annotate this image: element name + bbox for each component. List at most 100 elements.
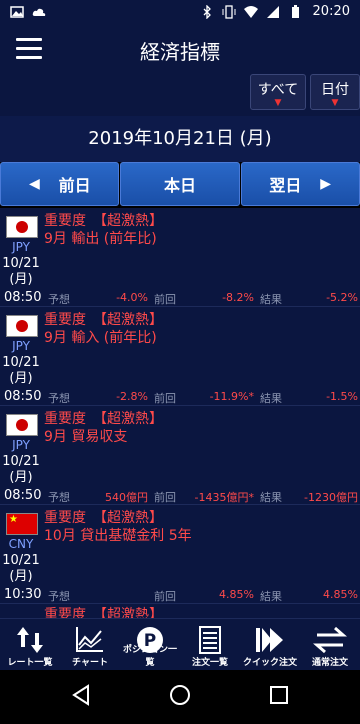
arrow-left-icon: ◀ [29,176,40,192]
nav-quick-order-label: クイック注文 [242,658,297,668]
event-time: 08:50 [4,290,42,305]
status-left-icons [10,5,46,19]
previous-label: 前回 [154,590,176,603]
normal-order-icon [313,626,347,654]
nav-chart-label: チャート [72,658,108,668]
event-date: 10/21 (月) [2,454,40,486]
date-header: 2019年10月21日 (月) [0,116,360,162]
jp-flag-dot [16,419,28,431]
nav-quick-order[interactable]: クイック注文 [240,619,300,671]
event-weekday: (月) [9,569,33,584]
previous-label: 前回 [154,491,176,504]
battery-icon [292,5,299,18]
nav-order-list-label: 注文一覧 [191,658,228,668]
event-time: 08:50 [4,488,42,503]
forecast-label: 予想 [48,590,70,603]
cloud-icon [32,8,46,16]
nav-chart[interactable]: チャート [60,619,120,671]
day-navigation: ◀ 前日 本日 翌日 ▶ [0,162,360,206]
order-list-icon [199,626,221,654]
result-value: -5.2% [326,291,358,304]
event-name: 9月 貿易収支 [44,429,128,445]
forecast-value: -2.8% [116,390,148,403]
event-date-day: 10/21 [2,553,40,568]
chart-icon [76,627,103,652]
status-time: 20:20 [312,4,350,19]
event-name: 9月 輸出 (前年比) [44,231,157,247]
previous-value: 4.85% [219,588,254,601]
event-importance: 重要度 【超激熱】 [44,213,163,229]
result-label: 結果 [260,293,282,306]
filter-bar: すべて ▼ 日付 ▼ [0,74,360,116]
event-date: 10/21 (月) [2,355,40,387]
event-date: 10/21 (月) [2,553,40,585]
back-icon[interactable] [72,684,89,706]
status-right-icons [200,5,302,19]
event-importance: 重要度 【超激熱】 [44,607,163,618]
china-flag-icon: ★ [6,513,38,535]
result-value: -1.5% [326,390,358,403]
event-currency: JPY [12,438,30,452]
cn-flag-star: ★ [9,514,18,525]
previous-value: -8.2% [222,291,254,304]
prev-day-button[interactable]: ◀ 前日 [0,162,120,206]
filter-date-button[interactable]: 日付 ▼ [310,74,360,110]
forecast-value: 540億円 [105,491,148,504]
event-date: 10/21 (月) [2,256,40,288]
rate-list-icon [17,627,43,653]
recents-icon[interactable] [270,686,288,704]
list-item[interactable]: ★ CNY 10/21 (月) 10:30 重要度 【超激熱】 10月 貸出基礎金利 5年予… [0,505,360,604]
jp-flag-dot [16,221,28,233]
japan-flag-icon [6,414,38,436]
dropdown-arrow-icon: ▼ [331,98,339,108]
forecast-label: 予想 [48,293,70,306]
forecast-value: -4.0% [116,291,148,304]
event-weekday: (月) [9,272,33,287]
vibrate-icon [222,5,236,19]
event-time: 08:50 [4,389,42,404]
filter-all-button[interactable]: すべて ▼ [250,74,306,110]
nav-normal-order[interactable]: 通常注文 [300,619,360,671]
nav-order-list[interactable]: 注文一覧 [180,619,240,671]
nav-position[interactable]: P ポジション一覧 [120,619,180,671]
nav-rate-list-label: レート一覧 [7,658,53,668]
japan-flag-icon [6,216,38,238]
event-weekday: (月) [9,371,33,386]
event-values: 予想 540億円 前回 -1435億円* 結果 -1230億円 [44,489,360,504]
list-item[interactable]: JPY 10/21 (月) 08:50 重要度 【超激熱】 9月 輸入 (前年比) 予想 -2… [0,307,360,406]
list-item[interactable]: JPY 10/21 (月) 08:50 重要度 【超激熱】 9月 貿易収支予想 540億円前… [0,406,360,505]
status-bar: 20:20 [0,0,360,24]
event-importance: 重要度 【超激熱】 [44,312,163,328]
prev-day-label: 前日 [58,176,91,195]
japan-flag-icon [6,315,38,337]
result-value: -1230億円 [304,491,358,504]
event-values: 予想 -2.8% 前回 -11.9%* 結果 -1.5% [44,390,360,405]
event-currency: JPY [12,240,30,254]
event-date-day: 10/21 [2,355,40,370]
list-item[interactable]: JPY 10/21 (月) 08:50 重要度 【超激熱】 9月 輸出 (前年比) 予想 -4… [0,208,360,307]
event-currency: CNY [8,537,34,551]
bottom-nav: レート一覧 チャート P ポジション一覧 注文一覧 クイック注文 通常注文 [0,618,360,671]
filter-all-label: すべて [257,82,299,98]
quick-order-icon [256,628,283,652]
event-list[interactable]: JPY 10/21 (月) 08:50 重要度 【超激熱】 9月 輸出 (前年比) 予想 -4… [0,208,360,618]
result-value: 4.85% [323,588,358,601]
system-nav-bar [0,670,360,720]
nav-position-label: ポジション一覧 [122,645,177,668]
nav-rate-list[interactable]: レート一覧 [0,619,60,671]
image-notification-icon [10,6,24,18]
event-name: 9月 輸入 (前年比) [44,330,157,346]
event-importance: 重要度 【超激熱】 [44,411,163,427]
next-day-button[interactable]: 翌日 ▶ [240,162,360,206]
event-values: 予想 -4.0% 前回 -8.2% 結果 -5.2% [44,291,360,306]
previous-value: -11.9%* [209,390,254,403]
event-date-day: 10/21 [2,454,40,469]
event-currency: JPY [12,339,30,353]
event-weekday: (月) [9,470,33,485]
today-button[interactable]: 本日 [120,162,240,206]
wifi-icon [244,6,258,18]
today-label: 本日 [163,176,196,195]
home-icon[interactable] [170,685,190,705]
filter-date-label: 日付 [321,82,349,98]
list-item-partial[interactable]: 重要度 【超激熱】 [0,604,360,618]
